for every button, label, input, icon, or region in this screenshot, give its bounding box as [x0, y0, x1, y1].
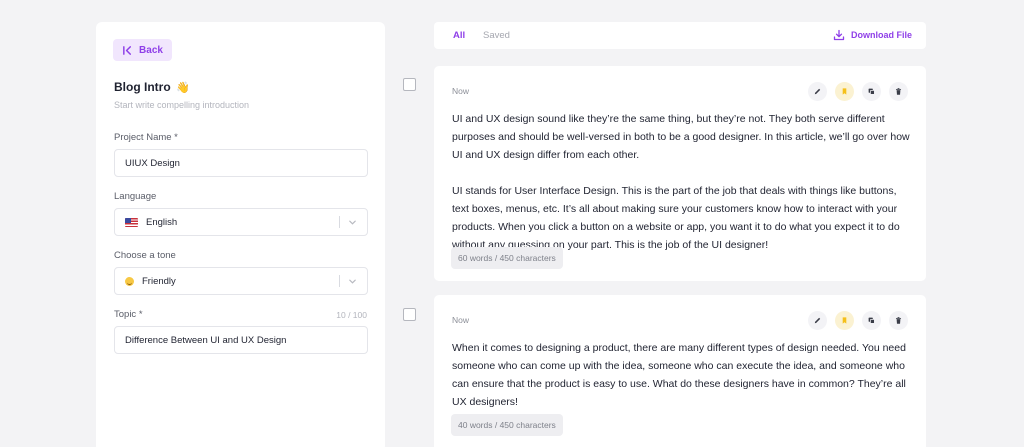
project-name-input[interactable]: UIUX Design	[114, 149, 368, 177]
select-divider	[339, 275, 340, 287]
bookmark-button[interactable]	[835, 82, 854, 101]
topic-value: Difference Between UI and UX Design	[125, 334, 287, 346]
select-divider	[339, 216, 340, 228]
chevron-down-icon	[349, 220, 356, 225]
result-timestamp: Now	[452, 86, 470, 96]
delete-button[interactable]	[889, 311, 908, 330]
project-name-value: UIUX Design	[125, 157, 180, 169]
language-select[interactable]: English	[114, 208, 368, 236]
trash-icon	[895, 88, 902, 95]
panel-subtitle: Start write compelling introduction	[114, 100, 250, 110]
chevron-down-icon	[349, 279, 356, 284]
result-actions	[808, 311, 908, 330]
smiley-icon	[125, 276, 134, 286]
tone-label: Choose a tone	[114, 250, 176, 261]
tone-value: Friendly	[142, 275, 176, 287]
tab-saved[interactable]: Saved	[483, 30, 510, 41]
download-icon	[833, 29, 845, 41]
copy-icon	[868, 88, 875, 95]
result-paragraph: When it comes to designing a product, th…	[452, 342, 906, 408]
copy-button[interactable]	[862, 82, 881, 101]
bookmark-button[interactable]	[835, 311, 854, 330]
topic-label: Topic *	[114, 309, 143, 320]
copy-button[interactable]	[862, 311, 881, 330]
delete-button[interactable]	[889, 82, 908, 101]
pencil-icon	[814, 88, 821, 95]
result-text: UI and UX design sound like they’re the …	[452, 110, 912, 254]
panel-title: Blog Intro 👋	[114, 80, 190, 94]
back-button[interactable]: Back	[113, 39, 172, 61]
result-actions	[808, 82, 908, 101]
back-icon	[123, 45, 132, 55]
word-count-badge: 60 words / 450 characters	[451, 247, 563, 269]
results-toolbar: All Saved Download File	[434, 22, 926, 49]
edit-button[interactable]	[808, 311, 827, 330]
result-paragraph: UI stands for User Interface Design. Thi…	[452, 185, 900, 251]
result-card-2: Now When it comes to designing a product…	[434, 295, 926, 447]
pencil-icon	[814, 317, 821, 324]
back-label: Back	[139, 44, 163, 56]
result-paragraph: UI and UX design sound like they’re the …	[452, 113, 910, 161]
trash-icon	[895, 317, 902, 324]
bookmark-icon	[842, 88, 847, 95]
us-flag-icon	[125, 217, 138, 227]
result-card-1: Now UI and UX design sound like they’re …	[434, 66, 926, 281]
language-value: English	[146, 216, 178, 228]
tab-all[interactable]: All	[453, 30, 465, 41]
topic-input[interactable]: Difference Between UI and UX Design	[114, 326, 368, 354]
generator-form-panel: Back Blog Intro 👋 Start write compelling…	[96, 22, 385, 447]
result-1-checkbox[interactable]	[403, 78, 416, 91]
panel-title-text: Blog Intro	[114, 80, 171, 94]
edit-button[interactable]	[808, 82, 827, 101]
result-timestamp: Now	[452, 315, 470, 325]
language-label: Language	[114, 191, 157, 202]
copy-icon	[868, 317, 875, 324]
project-name-label: Project Name *	[114, 132, 178, 143]
bookmark-icon	[842, 317, 847, 324]
download-label: Download File	[850, 30, 912, 40]
download-file-button[interactable]: Download File	[833, 29, 912, 41]
tone-select[interactable]: Friendly	[114, 267, 368, 295]
result-2-checkbox[interactable]	[403, 308, 416, 321]
word-count-badge: 40 words / 450 characters	[451, 414, 563, 436]
topic-char-counter: 10 / 100	[336, 310, 367, 320]
result-text: When it comes to designing a product, th…	[452, 339, 912, 411]
waving-hand-icon: 👋	[176, 82, 190, 94]
